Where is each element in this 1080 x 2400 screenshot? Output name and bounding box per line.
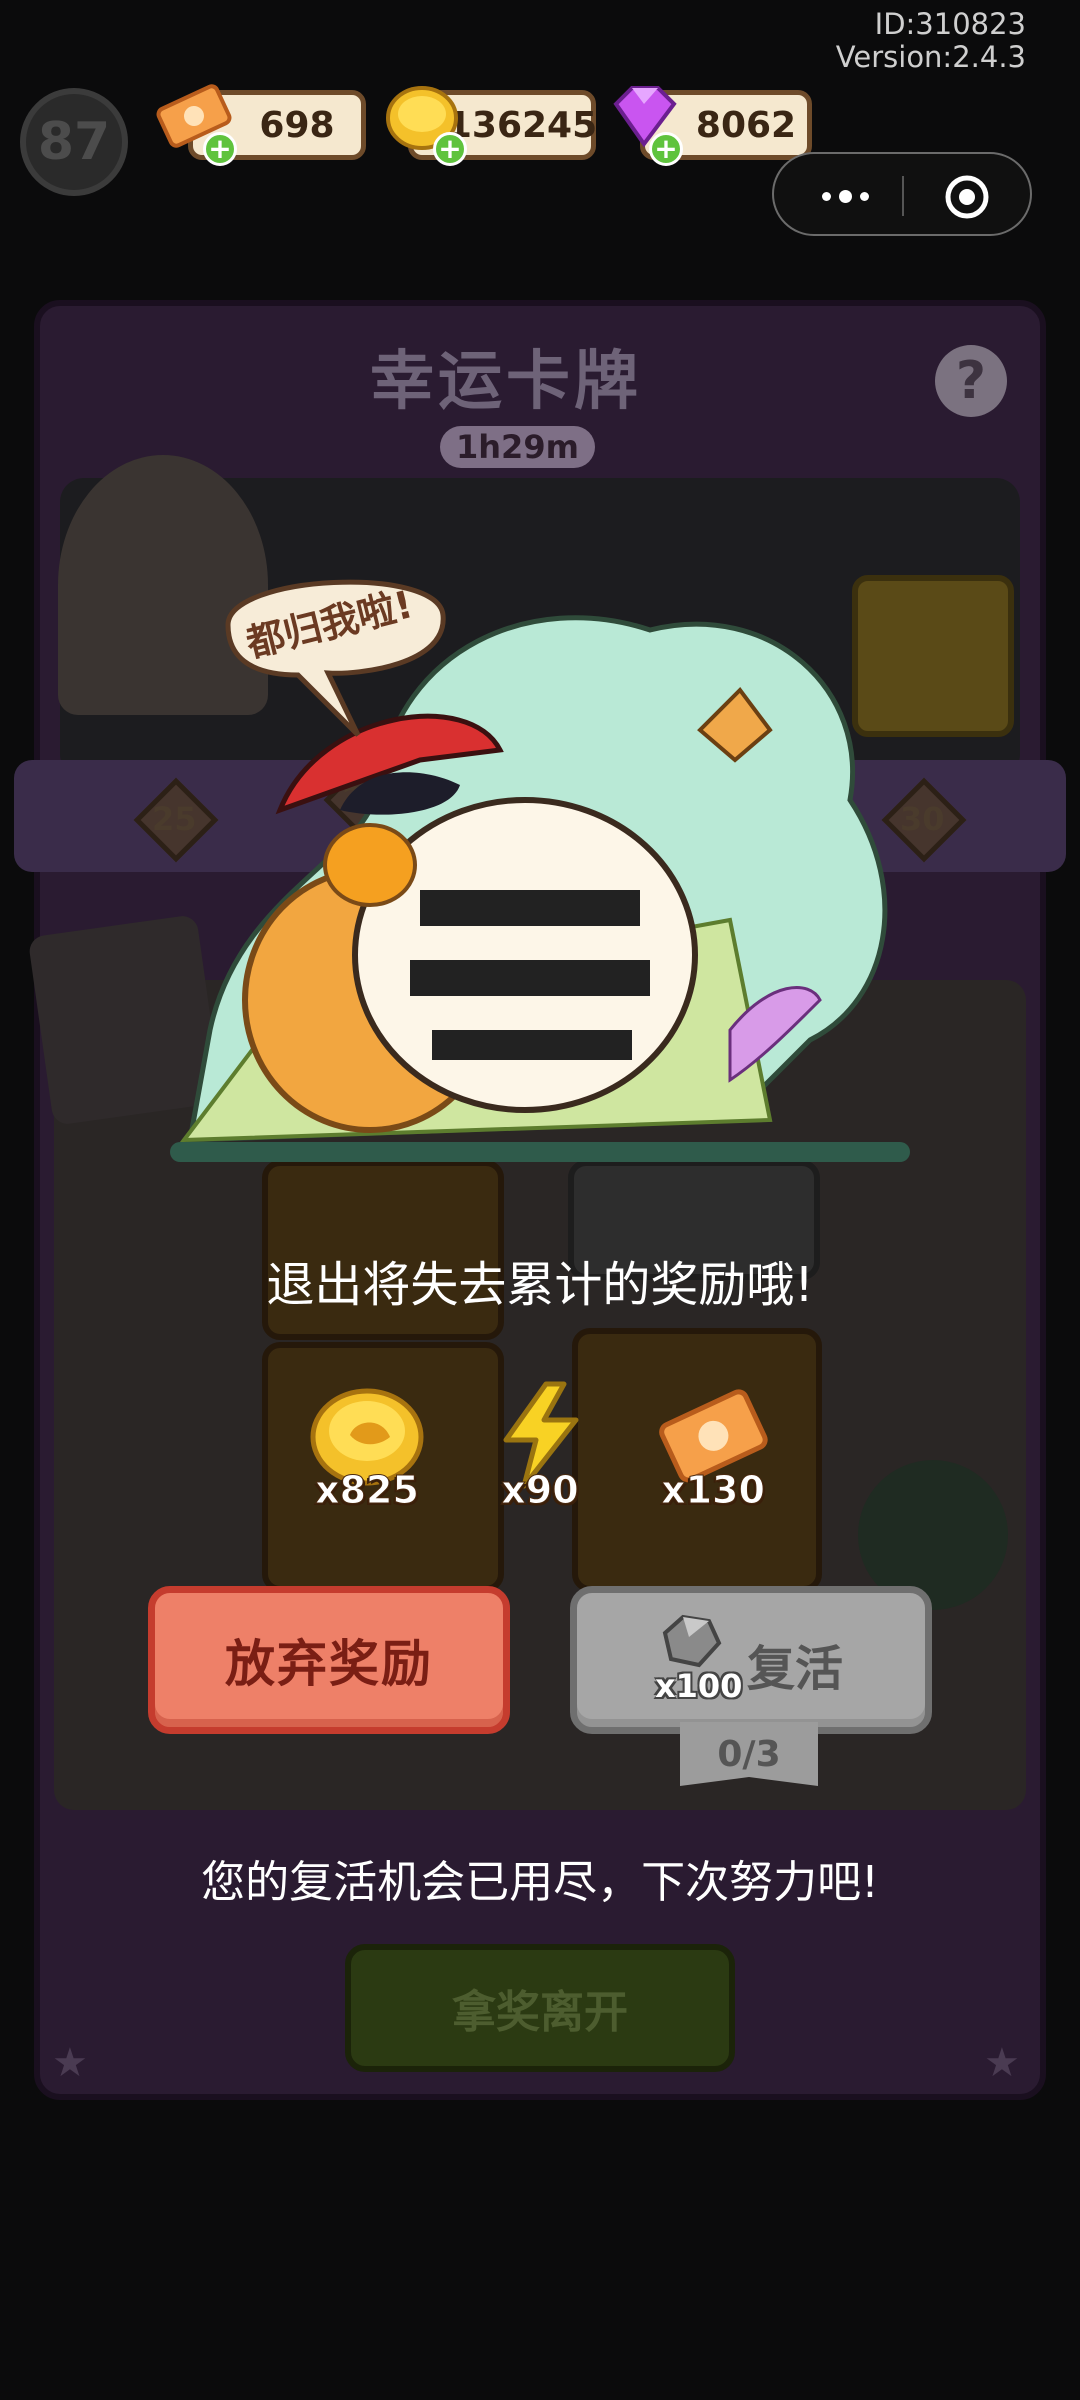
level-number: 87 (37, 112, 111, 172)
revive-counter-text: 0/3 (717, 1733, 781, 1775)
ticket-count: 698 (259, 104, 335, 146)
revive-exhausted-text: 您的复活机会已用尽，下次努力吧! (201, 1857, 879, 1908)
board-title: 幸运卡牌 (370, 345, 642, 419)
revive-counter: 0/3 (680, 1722, 818, 1786)
user-id: ID:310823 (874, 7, 1026, 41)
give-up-label: 放弃奖励 (225, 1635, 433, 1693)
exit-warning-text: 退出将失去累计的奖励哦! (266, 1257, 814, 1313)
capsule-divider (902, 176, 904, 216)
revive-label: 复活 (747, 1641, 844, 1697)
more-icon[interactable] (810, 176, 880, 216)
add-tickets-button[interactable]: + (203, 132, 237, 166)
gem-stone-icon (659, 1613, 723, 1675)
star-icon: ★ (52, 2040, 88, 2086)
event-timer: 1h29m (440, 426, 595, 468)
help-icon: ? (955, 351, 987, 411)
star-icon: ★ (984, 2040, 1020, 2086)
gem-count: 8062 (695, 104, 797, 146)
revive-button[interactable]: x100 复活 (570, 1586, 932, 1734)
give-up-reward-button[interactable]: 放弃奖励 (148, 1586, 510, 1734)
app-version: Version:2.4.3 (835, 40, 1026, 74)
add-coins-button[interactable]: + (433, 132, 467, 166)
reward-count: x90 (501, 1468, 579, 1513)
reward-count: x130 (661, 1468, 766, 1513)
take-reward-leave-button[interactable]: 拿奖离开 (345, 1944, 735, 2072)
account-info: ID:310823 Version:2.4.3 (836, 8, 1026, 74)
level-badge[interactable]: 87 (20, 88, 128, 196)
revive-cost: x100 (655, 1667, 743, 1705)
speech-bubble: 都归我啦! (208, 555, 458, 737)
help-button[interactable]: ? (935, 345, 1007, 417)
coin-count: 136245 (446, 104, 598, 146)
reward-count: x825 (315, 1468, 420, 1513)
add-gems-button[interactable]: + (649, 132, 683, 166)
close-miniprogram-icon[interactable] (942, 172, 992, 226)
miniprogram-capsule (772, 152, 1032, 236)
